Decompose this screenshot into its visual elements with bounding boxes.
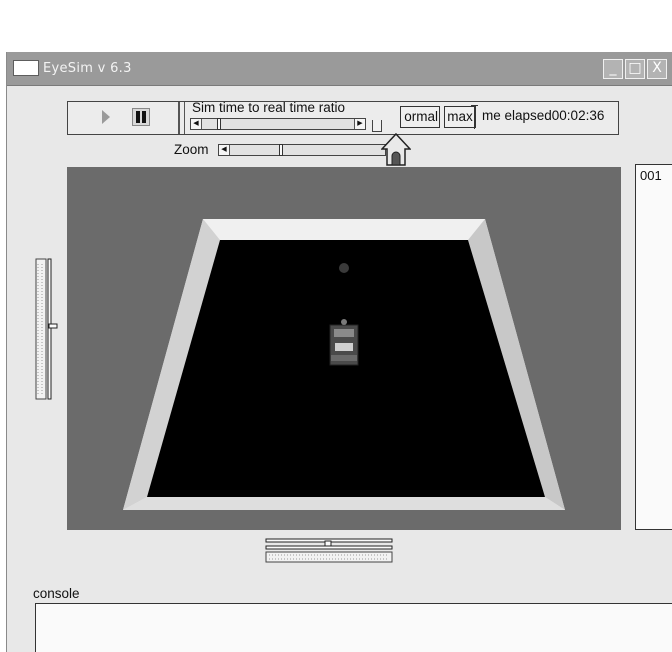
slider-right-arrow-icon[interactable]: ▶ [354, 119, 365, 129]
title-bar[interactable]: EyeSim v 6.3 _ □ X [7, 52, 672, 86]
robot-list-panel[interactable]: 001 [635, 164, 672, 530]
window-title: EyeSim v 6.3 [43, 61, 132, 76]
eyesim-window: EyeSim v 6.3 _ □ X Sim time to real time… [6, 52, 672, 652]
time-elapsed: me elapsed00:02:36 [482, 108, 605, 123]
time-ratio-slider[interactable]: ◀ ▶ [190, 118, 366, 130]
maximize-button[interactable]: □ [625, 59, 645, 79]
simulation-control-bar: Sim time to real time ratio ◀ ▶ ormal ma… [67, 100, 619, 135]
simulation-viewport[interactable] [67, 167, 621, 530]
normal-speed-button[interactable]: ormal [400, 106, 440, 128]
vertical-view-slider[interactable] [35, 258, 59, 400]
arena-scene [123, 219, 565, 510]
pause-icon[interactable] [132, 108, 150, 126]
robot [329, 319, 359, 366]
separator [178, 102, 180, 134]
arena-wall-front [123, 497, 565, 510]
zoom-slider[interactable]: ◀ [218, 144, 386, 156]
app-icon [13, 60, 39, 76]
max-speed-button[interactable]: max [444, 106, 476, 128]
text-caret [471, 105, 478, 129]
minimize-button[interactable]: _ [603, 59, 623, 79]
robot-id[interactable]: 001 [640, 168, 662, 183]
ratio-label: Sim time to real time ratio [192, 100, 346, 115]
console-label: console [33, 586, 80, 601]
target-ball [339, 263, 349, 273]
ratio-reset-box[interactable] [372, 120, 382, 132]
zoom-label: Zoom [174, 142, 209, 157]
zoom-left-arrow-icon[interactable]: ◀ [219, 145, 230, 155]
play-icon[interactable] [102, 110, 110, 124]
separator [184, 102, 185, 134]
home-icon[interactable] [381, 132, 411, 166]
slider-thumb[interactable] [217, 118, 221, 130]
close-button[interactable]: X [647, 59, 667, 79]
horizontal-view-slider[interactable] [265, 538, 393, 564]
zoom-slider-thumb[interactable] [279, 144, 283, 156]
slider-left-arrow-icon[interactable]: ◀ [191, 119, 202, 129]
console-output[interactable] [35, 603, 672, 652]
